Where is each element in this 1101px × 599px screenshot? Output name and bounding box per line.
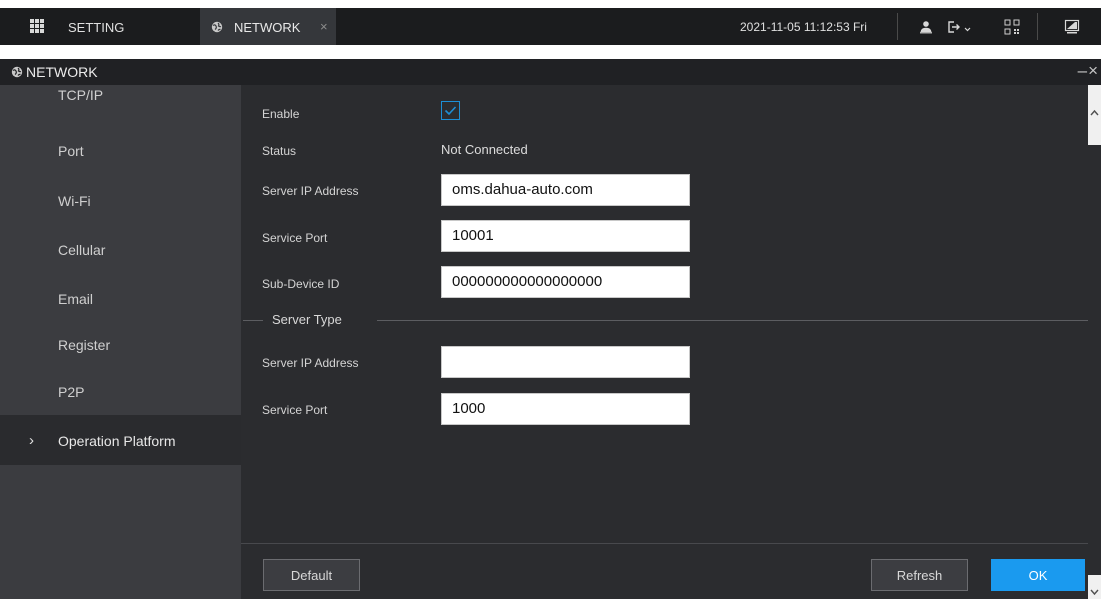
sidebar-item-port[interactable]: Port — [0, 133, 241, 181]
sidebar: TCP/IP Port Wi-Fi Cellular Email Registe… — [0, 85, 241, 599]
logout-icon[interactable] — [946, 17, 976, 37]
sidebar-item-label: Cellular — [58, 242, 106, 258]
server-type-group-title: Server Type — [272, 312, 342, 327]
status-label: Status — [262, 144, 297, 158]
qr-code-icon[interactable] — [1002, 17, 1022, 37]
enable-checkbox[interactable] — [441, 101, 460, 120]
toolbar-divider — [1037, 13, 1038, 40]
sidebar-item-operation-platform[interactable]: › Operation Platform — [0, 415, 241, 465]
window-title-bar: NETWORK –× — [0, 59, 1101, 85]
sidebar-item-label: P2P — [58, 384, 85, 400]
ok-button[interactable]: OK — [991, 559, 1085, 591]
top-tab-bar: SETTING NETWORK × 2021-11-05 11:12:53 Fr… — [0, 8, 1101, 45]
sidebar-item-label: Register — [58, 337, 111, 353]
window-title: NETWORK — [26, 64, 98, 80]
sidebar-item-label: TCP/IP — [58, 87, 104, 103]
service-port-input[interactable]: 10001 — [441, 220, 690, 252]
sidebar-item-cellular[interactable]: Cellular — [0, 229, 241, 277]
sidebar-item-tcpip[interactable]: TCP/IP — [0, 85, 241, 133]
sidebar-item-p2p[interactable]: P2P — [0, 373, 241, 421]
sidebar-item-email[interactable]: Email — [0, 277, 241, 325]
server-ip-label-2: Server IP Address — [262, 356, 359, 370]
footer-bar: Default Refresh OK — [241, 543, 1088, 599]
scroll-down-icon[interactable] — [1088, 585, 1101, 599]
sidebar-item-label: Email — [58, 291, 94, 307]
service-port-input-2[interactable]: 1000 — [441, 393, 690, 425]
sub-device-id-input[interactable]: 000000000000000000 — [441, 266, 690, 298]
tab-setting[interactable]: SETTING — [0, 8, 197, 45]
group-divider — [243, 320, 263, 321]
tab-network-label: NETWORK — [234, 20, 301, 35]
scroll-up-icon[interactable] — [1088, 105, 1101, 121]
grid-menu-icon — [30, 19, 46, 34]
server-ip-label: Server IP Address — [262, 184, 359, 198]
check-icon — [444, 106, 457, 116]
status-value: Not Connected — [441, 142, 528, 157]
user-icon[interactable] — [916, 17, 936, 37]
tab-setting-label: SETTING — [68, 20, 125, 35]
chevron-right-icon: › — [29, 432, 34, 449]
datetime-display: 2021-11-05 11:12:53 Fri — [740, 20, 867, 34]
sub-device-id-label: Sub-Device ID — [262, 277, 340, 291]
enable-label: Enable — [262, 107, 300, 121]
tab-network[interactable]: NETWORK × — [200, 8, 336, 45]
monitor-icon[interactable] — [1062, 17, 1082, 37]
close-tab-icon[interactable]: × — [320, 19, 328, 34]
sidebar-item-label: Operation Platform — [58, 433, 176, 449]
service-port-label: Service Port — [262, 231, 328, 245]
sidebar-item-label: Port — [58, 143, 84, 159]
sidebar-item-label: Wi-Fi — [58, 193, 91, 209]
sidebar-item-wifi[interactable]: Wi-Fi — [0, 181, 241, 229]
toolbar-divider — [897, 13, 898, 40]
refresh-button[interactable]: Refresh — [871, 559, 968, 591]
sidebar-item-register[interactable]: Register — [0, 325, 241, 373]
server-ip-input[interactable]: oms.dahua-auto.com — [441, 174, 690, 206]
main-panel: Enable Status Not Connected Server IP Ad… — [241, 85, 1088, 599]
server-ip-input-2[interactable] — [441, 346, 690, 378]
service-port-label-2: Service Port — [262, 403, 328, 417]
globe-icon — [11, 66, 23, 78]
group-divider — [377, 320, 1088, 321]
globe-icon — [211, 21, 223, 33]
window-controls[interactable]: –× — [1078, 61, 1099, 81]
default-button[interactable]: Default — [263, 559, 360, 591]
scrollbar-thumb[interactable] — [1088, 145, 1101, 575]
scrollbar[interactable] — [1088, 85, 1101, 599]
